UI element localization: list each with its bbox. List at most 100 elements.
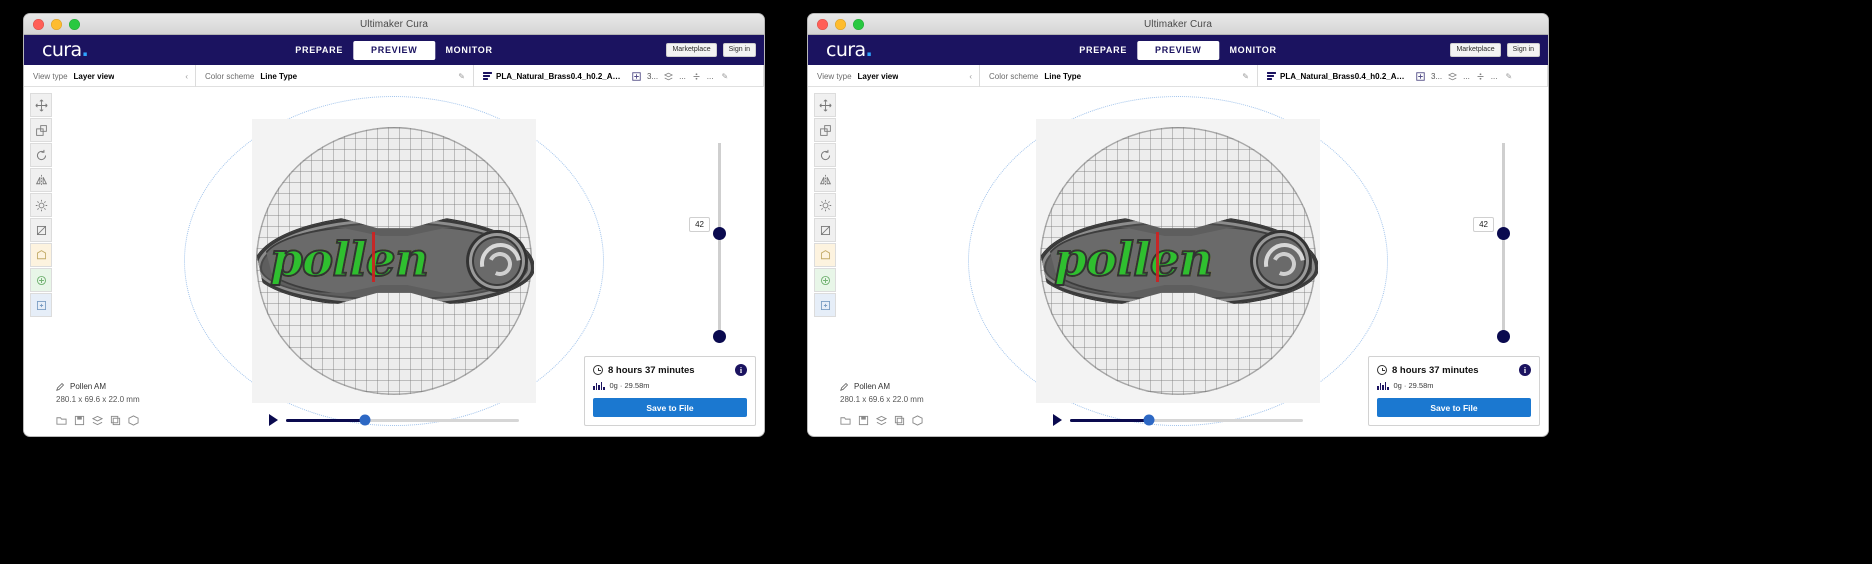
layer-playback-bar[interactable] <box>269 414 519 426</box>
cura-logo: cura. <box>826 38 873 61</box>
layer-slider[interactable]: 42 <box>1473 143 1524 343</box>
layer-slider-fill <box>718 143 721 231</box>
extension-b-tool-button[interactable] <box>30 268 52 292</box>
build-plate-viewport[interactable]: pollen 42 Pollen AM 280.1 x 69.6 x 22.0 … <box>24 87 764 434</box>
layers-icon[interactable] <box>876 415 887 426</box>
window-titlebar[interactable]: Ultimaker Cura <box>808 14 1548 35</box>
play-icon[interactable] <box>269 414 278 426</box>
layer-slider-value[interactable]: 42 <box>689 217 710 232</box>
rotate-tool-button[interactable] <box>814 143 836 167</box>
playback-fill <box>1070 418 1150 422</box>
tab-monitor[interactable]: MONITOR <box>1219 41 1286 60</box>
printer-configuration[interactable]: PLA_Natural_Brass0.4_h0.2_AC 0... 3... .… <box>474 65 764 87</box>
copy-icon[interactable] <box>110 415 121 426</box>
playback-handle[interactable] <box>359 414 371 426</box>
material-usage-value: 0g · 29.58m <box>609 381 650 390</box>
config-extras: 3... ... ... ✎ <box>632 72 736 81</box>
view-type-selector[interactable]: View type Layer view ‹ <box>808 65 980 87</box>
marketplace-button[interactable]: Marketplace <box>666 43 717 57</box>
tool-column <box>30 93 52 318</box>
model-swirl-ornament <box>1250 229 1312 292</box>
layer-slider-fill <box>1502 143 1505 231</box>
info-icon[interactable]: i <box>1519 364 1531 376</box>
sliced-model-pollen[interactable]: pollen <box>254 216 534 306</box>
layer-height-icon <box>664 72 674 80</box>
save-to-file-button[interactable]: Save to File <box>593 398 747 417</box>
scale-tool-button[interactable] <box>814 118 836 142</box>
model-word-text: pollen <box>1053 232 1214 288</box>
pencil-icon[interactable]: ✎ <box>458 72 465 81</box>
open-file-icon[interactable] <box>840 415 851 426</box>
cura-logo-text: cura <box>826 38 866 61</box>
object-dimensions: 280.1 x 69.6 x 22.0 mm <box>840 395 924 404</box>
settings-strip: View type Layer view ‹ Color scheme Line… <box>808 65 1548 87</box>
box-icon[interactable] <box>128 415 139 426</box>
cura-logo: cura. <box>42 38 89 61</box>
model-red-accent <box>372 231 375 282</box>
save-to-file-button[interactable]: Save to File <box>1377 398 1531 417</box>
extension-a-tool-button[interactable] <box>814 243 836 267</box>
extension-c-tool-button[interactable] <box>30 293 52 317</box>
tab-preview[interactable]: PREVIEW <box>1137 40 1220 60</box>
cura-logo-text: cura <box>42 38 82 61</box>
scale-tool-button[interactable] <box>30 118 52 142</box>
material-value: PLA_Natural_Brass0.4_h0.2_AC 0... <box>1280 71 1408 81</box>
open-file-icon[interactable] <box>56 415 67 426</box>
cura-logo-dot: . <box>81 38 89 61</box>
color-scheme-selector[interactable]: Color scheme Line Type ✎ <box>196 65 474 87</box>
rotate-tool-button[interactable] <box>30 143 52 167</box>
layer-slider-lower-handle[interactable] <box>1497 330 1510 343</box>
material-usage-row: 0g · 29.58m <box>1377 381 1531 390</box>
marketplace-button[interactable]: Marketplace <box>1450 43 1501 57</box>
copy-icon[interactable] <box>894 415 905 426</box>
setting-extra-1: ... <box>679 71 686 81</box>
layer-slider-upper-handle[interactable] <box>1497 227 1510 240</box>
extension-b-tool-button[interactable] <box>814 268 836 292</box>
move-tool-button[interactable] <box>814 93 836 117</box>
window-titlebar[interactable]: Ultimaker Cura <box>24 14 764 35</box>
chevron-left-icon[interactable]: ‹ <box>969 72 972 81</box>
color-scheme-selector[interactable]: Color scheme Line Type ✎ <box>980 65 1258 87</box>
edit-profile-icon[interactable]: ✎ <box>1505 72 1512 81</box>
sign-in-button[interactable]: Sign in <box>722 43 756 57</box>
sliced-model-pollen[interactable]: pollen <box>1038 216 1318 306</box>
pencil-icon[interactable]: ✎ <box>1242 72 1249 81</box>
layer-slider[interactable]: 42 <box>689 143 740 343</box>
playback-handle[interactable] <box>1143 414 1155 426</box>
per-model-settings-button[interactable] <box>814 193 836 217</box>
layer-slider-lower-handle[interactable] <box>713 330 726 343</box>
playback-track[interactable] <box>286 414 519 426</box>
save-icon[interactable] <box>858 415 869 426</box>
save-icon[interactable] <box>74 415 85 426</box>
extension-a-tool-button[interactable] <box>30 243 52 267</box>
sign-in-button[interactable]: Sign in <box>1506 43 1540 57</box>
tab-prepare[interactable]: PREPARE <box>285 41 353 60</box>
support-blocker-button[interactable] <box>30 218 52 242</box>
info-icon[interactable]: i <box>735 364 747 376</box>
mirror-tool-button[interactable] <box>814 168 836 192</box>
app-navbar: cura. PREPARE PREVIEW MONITOR Marketplac… <box>24 35 764 65</box>
build-plate-viewport[interactable]: pollen 42 Pollen AM 280.1 x 69.6 x 22.0 … <box>808 87 1548 434</box>
object-info: Pollen AM 280.1 x 69.6 x 22.0 mm <box>56 382 140 404</box>
printer-configuration[interactable]: PLA_Natural_Brass0.4_h0.2_AC 0... 3... .… <box>1258 65 1548 87</box>
edit-profile-icon[interactable]: ✎ <box>721 72 728 81</box>
support-blocker-button[interactable] <box>814 218 836 242</box>
layers-icon[interactable] <box>92 415 103 426</box>
playback-track[interactable] <box>1070 414 1303 426</box>
view-type-selector[interactable]: View type Layer view ‹ <box>24 65 196 87</box>
play-icon[interactable] <box>1053 414 1062 426</box>
layer-playback-bar[interactable] <box>1053 414 1303 426</box>
per-model-settings-button[interactable] <box>30 193 52 217</box>
box-icon[interactable] <box>912 415 923 426</box>
setting-extra-1: ... <box>1463 71 1470 81</box>
chevron-left-icon[interactable]: ‹ <box>185 72 188 81</box>
print-job-card: 8 hours 37 minutes i 0g · 29.58m Save to… <box>584 356 756 426</box>
layer-slider-value[interactable]: 42 <box>1473 217 1494 232</box>
tab-prepare[interactable]: PREPARE <box>1069 41 1137 60</box>
mirror-tool-button[interactable] <box>30 168 52 192</box>
extension-c-tool-button[interactable] <box>814 293 836 317</box>
tab-preview[interactable]: PREVIEW <box>353 40 436 60</box>
tab-monitor[interactable]: MONITOR <box>435 41 502 60</box>
layer-slider-upper-handle[interactable] <box>713 227 726 240</box>
move-tool-button[interactable] <box>30 93 52 117</box>
